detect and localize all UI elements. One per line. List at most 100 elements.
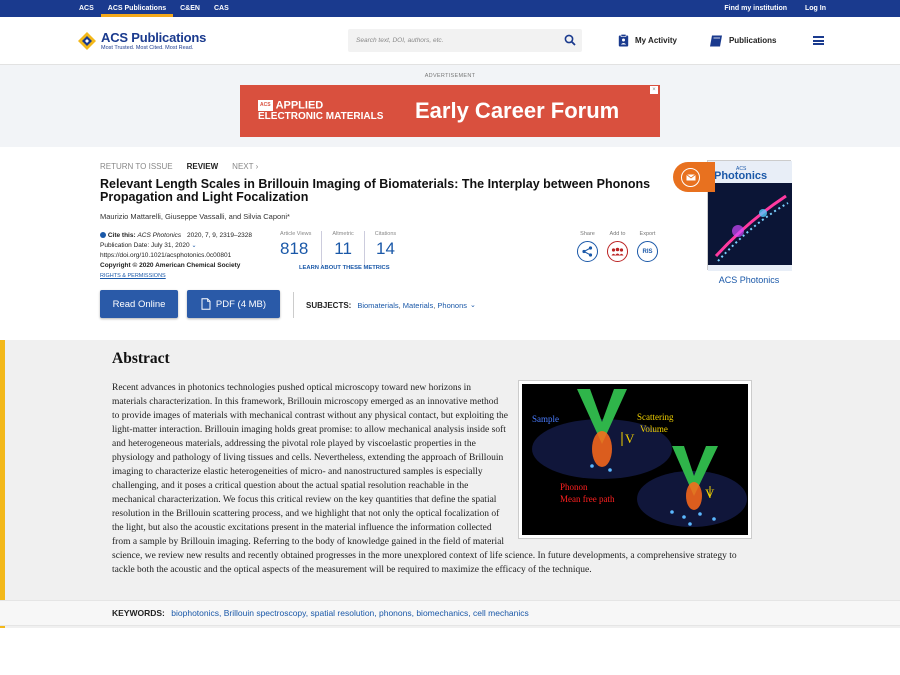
ad-headline: Early Career Forum	[415, 98, 620, 123]
figure-label-sample: Sample	[532, 414, 559, 424]
figure-label-v1: V	[625, 431, 635, 446]
share-tool[interactable]: Share	[577, 231, 598, 262]
abstract-body: Sample V Scattering Volume Phonon Mean f…	[112, 380, 752, 577]
topbar-cen[interactable]: C&EN	[173, 0, 207, 17]
topbar-acs[interactable]: ACS	[72, 0, 101, 17]
metric-label: Article Views	[280, 231, 312, 237]
subjects: SUBJECTS: Biomaterials, Materials, Phono…	[293, 292, 476, 318]
cite-journal: ACS Photonics	[137, 232, 182, 239]
article-tools: Share Add to Export RIS	[577, 231, 658, 262]
site-header: ACS Publications Most Trusted. Most Cite…	[0, 17, 900, 65]
my-activity-label: My Activity	[635, 36, 677, 45]
return-to-issue-link[interactable]: RETURN TO ISSUE	[100, 162, 173, 171]
figure-label-volume: Volume	[640, 424, 668, 434]
logo-title: ACS Publications	[101, 30, 207, 45]
search-placeholder: Search text, DOI, authors, etc.	[356, 37, 444, 44]
keywords-label: KEYWORDS:	[112, 608, 165, 618]
ad-close-icon[interactable]: ×	[650, 86, 658, 94]
read-online-button[interactable]: Read Online	[100, 290, 178, 318]
clipboard-person-icon	[618, 34, 629, 47]
keywords-bar: KEYWORDS: biophotonics, Brillouin spectr…	[0, 600, 900, 626]
keywords-list[interactable]: biophotonics, Brillouin spectroscopy, sp…	[171, 608, 529, 618]
article-type: REVIEW	[186, 162, 219, 171]
keywords: KEYWORDS: biophotonics, Brillouin spectr…	[112, 608, 529, 618]
tool-label: Export	[639, 231, 656, 237]
cite-label: Cite this:	[107, 232, 136, 239]
cite-ref: 2020, 7, 9, 2319–2328	[186, 232, 253, 239]
journal-cover-art: ACS Photonics	[708, 161, 792, 271]
acs-logo[interactable]: ACS Publications Most Trusted. Most Cite…	[77, 30, 217, 51]
pdf-label: PDF (4 MB)	[215, 298, 267, 310]
chevron-down-icon[interactable]: ⌄	[191, 243, 196, 249]
metric-citations[interactable]: Citations 14	[375, 231, 406, 265]
email-alert-button[interactable]	[673, 162, 715, 192]
article-buttons: Read Online PDF (4 MB)	[100, 290, 280, 318]
search-input[interactable]: Search text, DOI, authors, etc.	[348, 29, 582, 52]
metric-label: Altmetric	[332, 231, 354, 237]
metric-value: 818	[280, 239, 309, 258]
group-icon[interactable]	[607, 241, 628, 262]
ad-brand-small: ACS	[258, 99, 273, 111]
citation-block: Cite this: ACS Photonics 2020, 7, 9, 231…	[100, 231, 252, 281]
article-title: Relevant Length Scales in Brillouin Imag…	[100, 177, 651, 204]
chevron-down-icon[interactable]: ⌄	[470, 301, 476, 309]
tool-label: Share	[580, 231, 595, 237]
figure-label-phonon: Phonon	[560, 482, 588, 492]
login-link[interactable]: Log In	[805, 5, 826, 12]
metric-views[interactable]: Article Views 818	[280, 231, 323, 265]
article-header: RETURN TO ISSUE REVIEW NEXT › Relevant L…	[0, 147, 900, 339]
figure-label-mean-free-path: Mean free path	[560, 494, 615, 504]
ad-brand: ACS APPLIED ELECTRONIC MATERIALS	[240, 100, 415, 122]
abstract-accent-bar	[0, 340, 5, 628]
metric-altmetric[interactable]: Altmetric 11	[332, 231, 365, 265]
hamburger-menu-icon[interactable]	[813, 36, 824, 45]
share-icon[interactable]	[577, 241, 598, 262]
ad-label: ADVERTISEMENT	[424, 73, 476, 79]
subject-link[interactable]: Phonons	[437, 301, 467, 310]
journal-name-link[interactable]: ACS Photonics	[707, 275, 791, 285]
brillouin-diagram: Sample V Scattering Volume Phonon Mean f…	[522, 384, 748, 535]
acs-logo-icon	[77, 31, 97, 51]
figure-label-scattering: Scattering	[637, 412, 674, 422]
metric-label: Citations	[374, 231, 397, 237]
ris-export-button[interactable]: RIS	[637, 241, 658, 262]
abstract-heading: Abstract	[112, 350, 170, 367]
advertisement-zone: ADVERTISEMENT ACS APPLIED ELECTRONIC MATE…	[0, 65, 900, 147]
info-icon[interactable]	[100, 232, 106, 239]
ad-banner[interactable]: ACS APPLIED ELECTRONIC MATERIALS Early Ca…	[240, 85, 660, 137]
chevron-right-icon: ›	[255, 162, 259, 171]
article-authors[interactable]: Maurizio Mattarelli, Giuseppe Vassalli, …	[100, 212, 290, 221]
pdf-file-icon	[201, 298, 211, 310]
tool-label: Add to	[609, 231, 626, 237]
publications-label: Publications	[728, 36, 777, 45]
metrics: Article Views 818 Altmetric 11 Citations…	[280, 231, 416, 265]
publication-date: Publication Date: July 31, 2020	[100, 242, 190, 249]
publications-button[interactable]: Publications	[709, 35, 777, 47]
my-activity-button[interactable]: My Activity	[618, 34, 677, 47]
learn-metrics-link[interactable]: LEARN ABOUT THESE METRICS	[299, 265, 390, 271]
article-nav: RETURN TO ISSUE REVIEW NEXT ›	[100, 162, 258, 171]
cover-title: Photonics	[714, 170, 767, 182]
subject-link[interactable]: Materials	[403, 301, 433, 310]
doi-link[interactable]: https://doi.org/10.1021/acsphotonics.0c0…	[100, 251, 252, 261]
email-icon	[681, 167, 700, 187]
topbar-acs-publications[interactable]: ACS Publications	[100, 0, 174, 17]
logo-tagline: Most Trusted. Most Cited. Most Read.	[101, 45, 194, 51]
ad-brand-line2: ELECTRONIC MATERIALS	[258, 111, 384, 123]
journal-cover[interactable]: ACS Photonics	[707, 160, 792, 271]
next-article-link[interactable]: NEXT ›	[232, 162, 258, 171]
metric-value: 14	[376, 239, 395, 258]
search-icon[interactable]	[564, 34, 576, 46]
abstract-section: Abstract Sample V Scattering Volume Phon…	[0, 340, 900, 628]
find-institution-link[interactable]: Find my institution	[724, 5, 787, 12]
pdf-button[interactable]: PDF (4 MB)	[187, 290, 280, 318]
topbar-cas[interactable]: CAS	[207, 0, 236, 17]
figure-label-v2: V	[705, 486, 715, 501]
rights-permissions-link[interactable]: RIGHTS & PERMISSIONS	[100, 271, 252, 281]
add-to-tool[interactable]: Add to	[607, 231, 628, 262]
abstract-figure[interactable]: Sample V Scattering Volume Phonon Mean f…	[518, 380, 752, 539]
subject-link[interactable]: Biomaterials	[357, 301, 398, 310]
toc-graphic: Sample V Scattering Volume Phonon Mean f…	[522, 384, 748, 535]
export-tool[interactable]: Export RIS	[637, 231, 658, 262]
book-icon	[709, 35, 722, 46]
